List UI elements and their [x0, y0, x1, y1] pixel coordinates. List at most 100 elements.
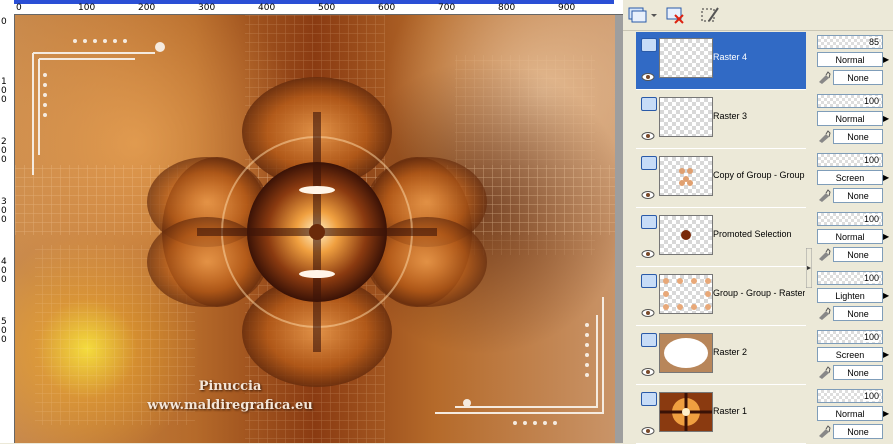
brush-lock-icon[interactable] — [817, 306, 831, 320]
opacity-slider[interactable]: 100 — [817, 271, 883, 285]
layer-row-main[interactable]: Copy of Group - Group — [636, 150, 806, 208]
layer-thumbnail[interactable] — [659, 38, 713, 78]
layer-row[interactable]: Raster 3 — [636, 91, 806, 149]
layer-name[interactable]: Group - Group - Raster — [713, 288, 805, 298]
layer-thumbnail[interactable] — [659, 215, 713, 255]
layer-lock-select[interactable]: None — [833, 365, 883, 380]
opacity-slider[interactable]: 85 — [817, 35, 883, 49]
layer-thumbnail[interactable] — [659, 392, 713, 432]
blend-mode-arrow-icon[interactable]: ▶ — [883, 112, 891, 125]
opacity-slider[interactable]: 100 — [817, 212, 883, 226]
blend-mode-select[interactable]: Normal — [817, 406, 883, 421]
opacity-slider[interactable]: 100 — [817, 153, 883, 167]
blend-mode-arrow-icon[interactable]: ▶ — [883, 289, 891, 302]
layer-row[interactable]: Raster 2 — [636, 327, 806, 385]
opacity-slider[interactable]: 100 — [817, 389, 883, 403]
new-raster-layer-icon[interactable] — [627, 5, 657, 25]
blend-mode-select[interactable]: Screen — [817, 170, 883, 185]
layers-palette: Raster 4 Raster 3 Copy of Group - Group Pro… — [623, 0, 893, 444]
credit-name: Pinuccia — [198, 379, 262, 394]
layer-lock-select[interactable]: None — [833, 70, 883, 85]
ruler-label: 1 0 0 — [1, 77, 7, 105]
blend-mode-select[interactable]: Normal — [817, 52, 883, 67]
opacity-value: 100 — [863, 391, 879, 401]
layer-lock-select[interactable]: None — [833, 188, 883, 203]
ruler-label: 0 — [1, 17, 7, 27]
layer-row-main[interactable]: Group - Group - Raster — [636, 268, 806, 326]
brush-lock-icon[interactable] — [817, 188, 831, 202]
layer-name[interactable]: Copy of Group - Group — [713, 170, 805, 180]
opacity-value: 85 — [868, 37, 879, 47]
layer-thumbnail[interactable] — [659, 156, 713, 196]
opacity-slider[interactable]: 100 — [817, 94, 883, 108]
layer-type-icon[interactable] — [641, 156, 657, 170]
visibility-eye-icon[interactable] — [641, 422, 655, 435]
layer-thumbnail[interactable] — [659, 97, 713, 137]
layer-name[interactable]: Raster 3 — [713, 111, 805, 121]
layer-row[interactable]: Raster 4 — [636, 32, 806, 90]
layer-type-icon[interactable] — [641, 97, 657, 111]
blend-mode-select[interactable]: Normal — [817, 111, 883, 126]
ruler-label: 500 — [318, 3, 336, 13]
ruler-label: 0 — [16, 3, 22, 13]
blend-mode-arrow-icon[interactable]: ▶ — [883, 171, 891, 184]
opacity-slider[interactable]: 100 — [817, 330, 883, 344]
visibility-eye-icon[interactable] — [641, 68, 655, 81]
layer-lock-select[interactable]: None — [833, 247, 883, 262]
layer-name[interactable]: Raster 4 — [713, 52, 805, 62]
visibility-eye-icon[interactable] — [641, 186, 655, 199]
visibility-eye-icon[interactable] — [641, 304, 655, 317]
brush-lock-icon[interactable] — [817, 365, 831, 379]
layer-type-icon[interactable] — [641, 392, 657, 406]
blend-mode-arrow-icon[interactable]: ▶ — [883, 53, 891, 66]
layer-row[interactable]: Raster 1 — [636, 386, 806, 444]
brush-lock-icon[interactable] — [817, 247, 831, 261]
vertical-ruler: 0 1 0 0 2 0 0 3 0 0 4 0 0 5 0 0 — [0, 14, 15, 443]
layer-row-main[interactable]: Raster 4 — [636, 32, 806, 90]
blend-mode-arrow-icon[interactable]: ▶ — [883, 230, 891, 243]
layer-name[interactable]: Raster 1 — [713, 406, 805, 416]
layer-row-main[interactable]: Raster 1 — [636, 386, 806, 444]
layer-row[interactable]: Promoted Selection — [636, 209, 806, 267]
layer-thumbnail[interactable] — [659, 333, 713, 373]
palette-splitter-handle[interactable] — [805, 247, 813, 289]
brush-lock-icon[interactable] — [817, 129, 831, 143]
layer-type-icon[interactable] — [641, 333, 657, 347]
brush-lock-icon[interactable] — [817, 424, 831, 438]
visibility-eye-icon[interactable] — [641, 363, 655, 376]
layer-type-icon[interactable] — [641, 215, 657, 229]
layer-lock-select[interactable]: None — [833, 306, 883, 321]
ruler-label: 900 — [558, 3, 576, 13]
credit-website: www.maldiregrafica.eu — [147, 398, 313, 413]
blend-mode-arrow-icon[interactable]: ▶ — [883, 348, 891, 361]
edit-selection-icon[interactable] — [699, 5, 721, 25]
layer-type-icon[interactable] — [641, 38, 657, 52]
ruler-label: 800 — [498, 3, 516, 13]
opacity-value: 100 — [863, 214, 879, 224]
layer-properties: 100 Screen ▶ None — [817, 327, 893, 385]
layer-row-main[interactable]: Raster 2 — [636, 327, 806, 385]
layer-row[interactable]: Copy of Group - Group — [636, 150, 806, 208]
blend-mode-arrow-icon[interactable]: ▶ — [883, 407, 891, 420]
layer-row-main[interactable]: Promoted Selection — [636, 209, 806, 267]
blend-mode-select[interactable]: Normal — [817, 229, 883, 244]
artwork-image[interactable]: Pinuccia www.maldiregrafica.eu — [15, 15, 615, 443]
blend-mode-select[interactable]: Lighten — [817, 288, 883, 303]
layer-lock-select[interactable]: None — [833, 129, 883, 144]
layer-name[interactable]: Promoted Selection — [713, 229, 805, 239]
ruler-label: 400 — [258, 3, 276, 13]
layer-type-icon[interactable] — [641, 274, 657, 288]
layer-row-main[interactable]: Raster 3 — [636, 91, 806, 149]
image-canvas-area: 0 100 200 300 400 500 600 700 800 900 0 … — [0, 0, 623, 443]
delete-layer-icon[interactable] — [665, 5, 687, 25]
ruler-label: 2 0 0 — [1, 137, 7, 165]
brush-lock-icon[interactable] — [817, 70, 831, 84]
layer-lock-select[interactable]: None — [833, 424, 883, 439]
layer-name[interactable]: Raster 2 — [713, 347, 805, 357]
layer-thumbnail[interactable] — [659, 274, 713, 314]
layer-row[interactable]: Group - Group - Raster — [636, 268, 806, 326]
layer-properties: 100 Normal ▶ None — [817, 209, 893, 267]
blend-mode-select[interactable]: Screen — [817, 347, 883, 362]
visibility-eye-icon[interactable] — [641, 127, 655, 140]
visibility-eye-icon[interactable] — [641, 245, 655, 258]
